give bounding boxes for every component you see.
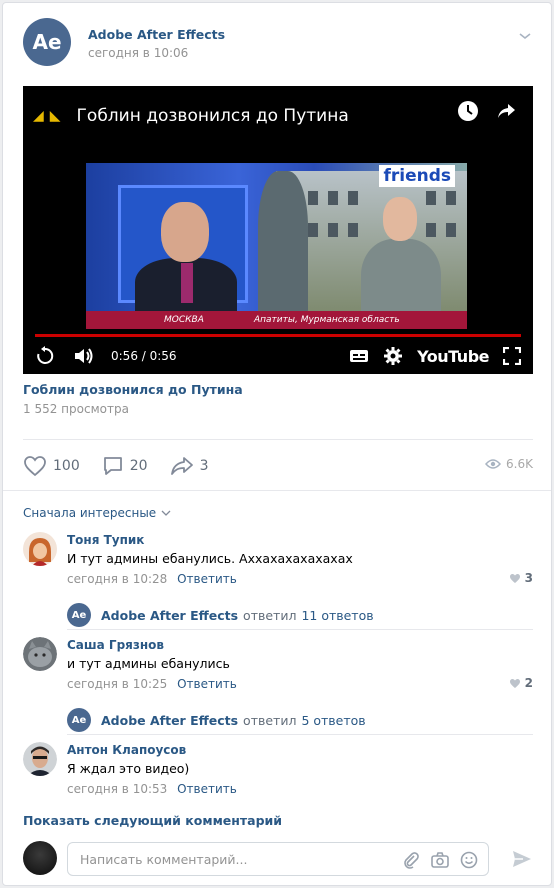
share-arrow-icon — [170, 457, 193, 475]
camera-icon[interactable] — [430, 851, 450, 869]
thread-verb: ответил — [243, 607, 297, 623]
commenter-name[interactable]: Тоня Тупик — [67, 533, 144, 547]
comment-count: 20 — [129, 458, 148, 474]
comment-like-count: 2 — [524, 676, 533, 690]
comment-icon — [103, 457, 122, 475]
reply-button[interactable]: Ответить — [177, 782, 237, 796]
thread-verb: ответил — [243, 712, 297, 728]
ticker-left: МОСКВА — [164, 315, 204, 325]
comment-text: И тут админы ебанулись. Аххахахахахахах — [67, 551, 353, 566]
post-time[interactable]: сегодня в 10:06 — [88, 46, 188, 60]
heart-icon — [509, 573, 520, 583]
settings-gear-icon[interactable] — [383, 346, 403, 366]
share-button[interactable]: 3 — [170, 455, 209, 477]
share-icon[interactable] — [495, 100, 517, 122]
video-title-row: ◢◣ Гоблин дозвонился до Путина — [33, 106, 349, 126]
divider — [67, 629, 533, 630]
commenter-avatar[interactable] — [23, 637, 57, 671]
comment-time[interactable]: сегодня в 10:53 — [67, 782, 167, 796]
commenter-name[interactable]: Саша Грязнов — [67, 638, 164, 652]
comment-text: Я ждал это видео) — [67, 761, 190, 776]
comment-composer — [23, 841, 533, 877]
comment-button[interactable]: 20 — [102, 455, 148, 477]
reply-thread-link[interactable]: Ae Adobe After Effects ответил 11 ответо… — [67, 600, 533, 630]
divider — [67, 734, 533, 735]
comment-item: Тоня Тупик И тут админы ебанулись. Аххах… — [23, 532, 533, 632]
channel-logo: friends — [379, 165, 455, 187]
attach-icon[interactable] — [402, 851, 420, 869]
comments-sort-dropdown[interactable]: Сначала интересные — [23, 506, 172, 520]
post-card: Ae Adobe After Effects сегодня в 10:06 f… — [2, 2, 552, 886]
comment-time[interactable]: сегодня в 10:25 — [67, 677, 167, 691]
thread-author-avatar: Ae — [67, 708, 91, 732]
eye-icon — [485, 459, 502, 469]
post-header: Ae Adobe After Effects сегодня в 10:06 — [23, 18, 533, 70]
commenter-name[interactable]: Антон Клапоусов — [67, 743, 186, 757]
youtube-logo[interactable]: YouTube — [417, 347, 489, 366]
chevron-down-icon[interactable] — [517, 28, 533, 44]
post-author[interactable]: Adobe After Effects — [88, 27, 225, 42]
channel-emblem-icon: ◢◣ — [33, 108, 67, 124]
comment-input-box — [67, 842, 489, 876]
fullscreen-icon[interactable] — [503, 347, 521, 365]
thread-reply-count: 5 ответов — [301, 712, 366, 728]
comment-meta: сегодня в 10:25 Ответить — [67, 677, 237, 691]
reply-button[interactable]: Ответить — [177, 677, 237, 691]
heart-icon — [24, 456, 46, 477]
comment-item: Антон Клапоусов Я ждал это видео) сегодн… — [23, 742, 533, 802]
author-avatar[interactable]: Ae — [23, 18, 71, 66]
divider — [3, 490, 551, 491]
video-player[interactable]: friends МОСКВА Апатиты, Мурманская облас… — [23, 86, 533, 374]
comment-like-count: 3 — [524, 571, 533, 585]
reply-thread-link[interactable]: Ae Adobe After Effects ответил 5 ответов — [67, 705, 533, 735]
comment-item: Саша Грязнов и тут админы ебанулись сего… — [23, 637, 533, 737]
video-time: 0:56 / 0:56 — [111, 349, 177, 363]
sort-label: Сначала интересные — [23, 506, 157, 520]
commenter-avatar[interactable] — [23, 532, 57, 566]
video-views-count: 1 552 просмотра — [23, 402, 129, 416]
thread-reply-count: 11 ответов — [301, 607, 374, 623]
like-count: 100 — [53, 458, 80, 474]
volume-icon[interactable] — [73, 346, 95, 366]
comment-like-button[interactable]: 2 — [509, 676, 533, 690]
ticker-right: Апатиты, Мурманская область — [254, 315, 400, 325]
share-count: 3 — [199, 458, 209, 474]
replay-icon[interactable] — [35, 346, 55, 366]
watch-later-icon[interactable] — [457, 100, 479, 122]
composer-icons — [402, 851, 478, 869]
show-next-comment-link[interactable]: Показать следующий комментарий — [23, 813, 282, 828]
commenter-avatar[interactable] — [23, 742, 57, 776]
chevron-down-icon — [161, 510, 171, 516]
comment-text: и тут админы ебанулись — [67, 656, 230, 671]
subtitles-icon[interactable] — [349, 348, 369, 364]
comment-like-button[interactable]: 3 — [509, 571, 533, 585]
news-ticker: МОСКВА Апатиты, Мурманская область — [86, 311, 467, 329]
reply-button[interactable]: Ответить — [177, 572, 237, 586]
heart-icon — [509, 678, 520, 688]
like-button[interactable]: 100 — [23, 455, 80, 477]
video-title[interactable]: Гоблин дозвонился до Путина — [77, 106, 349, 126]
comment-input[interactable] — [68, 843, 388, 875]
emoji-icon[interactable] — [460, 851, 478, 869]
current-user-avatar[interactable] — [23, 841, 57, 875]
send-icon[interactable] — [511, 849, 533, 869]
thread-author: Adobe After Effects — [101, 712, 239, 728]
thread-author: Adobe After Effects — [101, 607, 239, 623]
video-controls-right: YouTube — [349, 344, 521, 368]
divider — [23, 439, 533, 440]
thread-author-avatar: Ae — [67, 603, 91, 627]
post-actions: 100 20 3 6.6K — [23, 453, 533, 479]
video-link-title[interactable]: Гоблин дозвонился до Путина — [23, 382, 243, 397]
video-frame: friends МОСКВА Апатиты, Мурманская облас… — [86, 163, 467, 329]
views-count: 6.6K — [506, 457, 533, 471]
comment-meta: сегодня в 10:53 Ответить — [67, 782, 237, 796]
post-views: 6.6K — [485, 457, 533, 471]
comment-time[interactable]: сегодня в 10:28 — [67, 572, 167, 586]
comment-meta: сегодня в 10:28 Ответить — [67, 572, 237, 586]
video-controls: 0:56 / 0:56 YouTube — [35, 344, 521, 368]
video-progress-bar[interactable] — [35, 334, 521, 337]
